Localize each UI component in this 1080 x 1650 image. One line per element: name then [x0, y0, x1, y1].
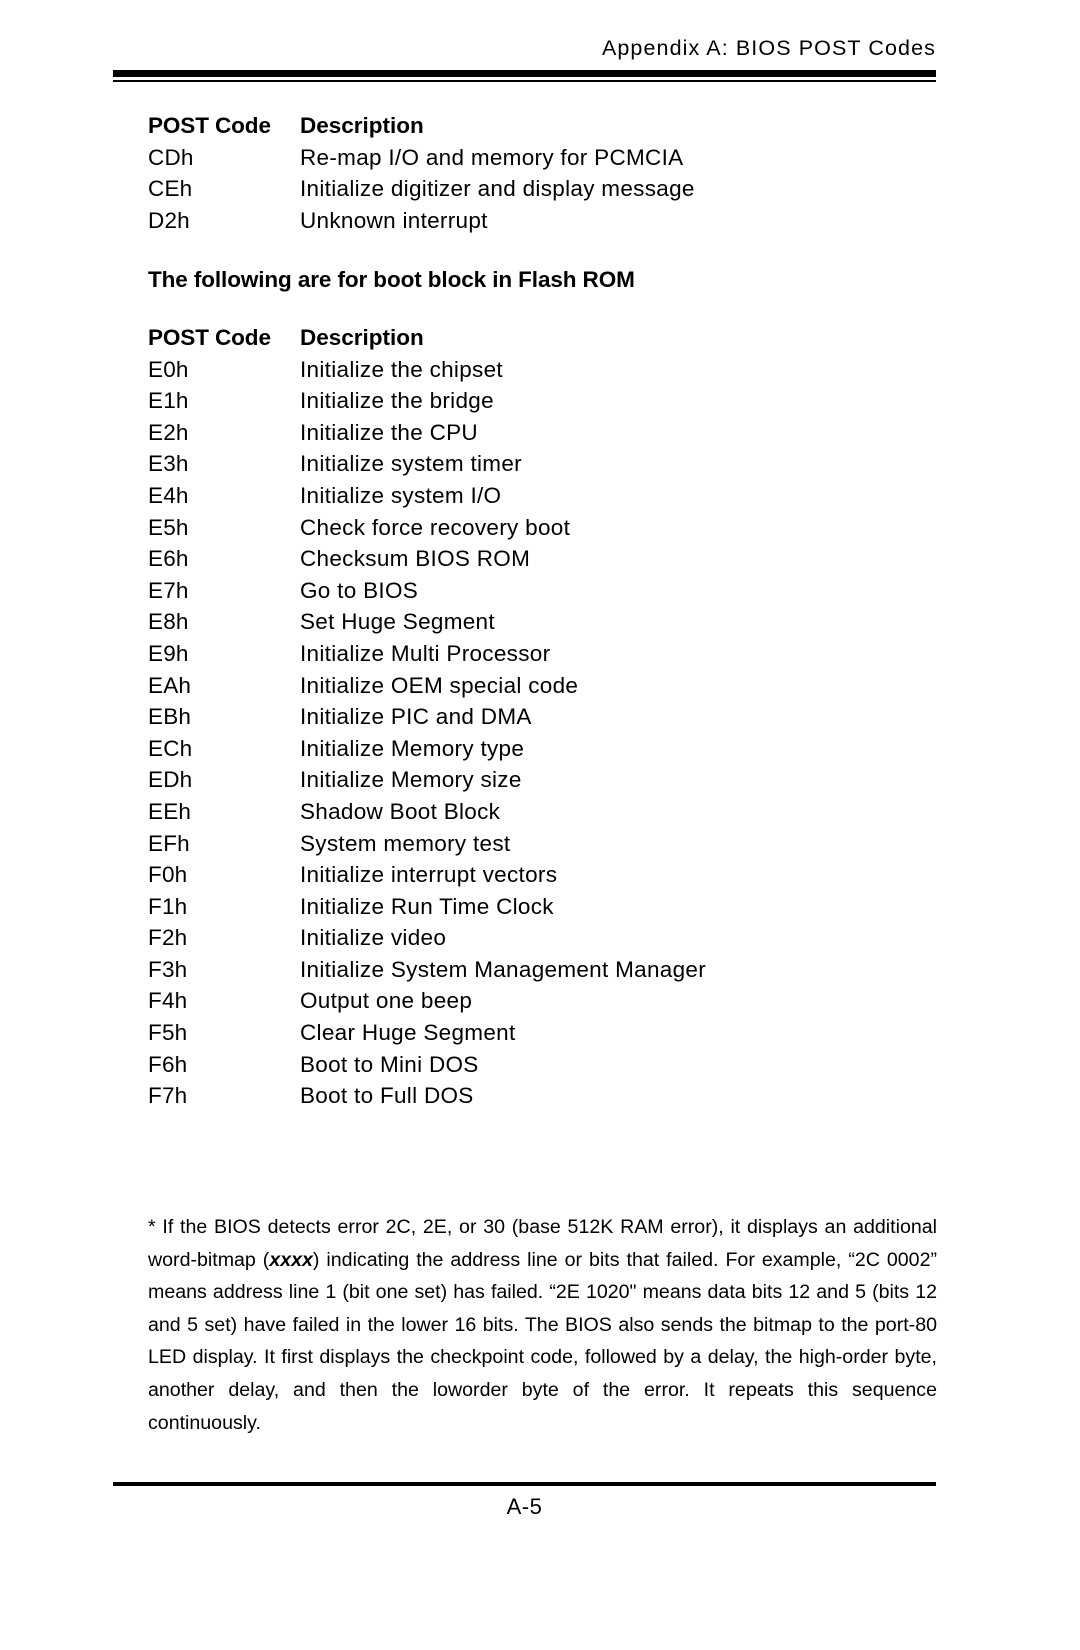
cell-post-code: E8h [148, 609, 189, 635]
cell-description: Shadow Boot Block [300, 798, 501, 824]
column-header-description: Description [300, 325, 424, 350]
cell-post-code: F5h [148, 1020, 188, 1046]
cell-description: Go to BIOS [300, 577, 419, 603]
cell-description: Initialize digitizer and display message [300, 176, 695, 202]
table-row: F7h Boot to Full DOS [148, 1083, 948, 1115]
cell-description: Initialize System Management Manager [300, 956, 706, 982]
cell-post-code: E0h [148, 356, 189, 382]
cell-post-code: F4h [148, 988, 188, 1014]
cell-post-code: CDh [148, 144, 194, 170]
table-row: E7h Go to BIOS [148, 578, 948, 610]
cell-description: System memory test [300, 830, 511, 856]
footnote-paragraph: * If the BIOS detects error 2C, 2E, or 3… [148, 1211, 937, 1439]
table-row: E3h Initialize system timer [148, 451, 948, 483]
page-number: A-5 [506, 1494, 543, 1519]
column-header-post-code: POST Code [148, 325, 271, 350]
cell-post-code: F2h [148, 925, 188, 951]
section-heading: The following are for boot block in Flas… [148, 267, 635, 292]
table-row: F0h Initialize interrupt vectors [148, 862, 948, 894]
cell-post-code: E6h [148, 546, 189, 572]
table-row: E1h Initialize the bridge [148, 388, 948, 420]
footnote-emphasis: xxxx [269, 1248, 313, 1271]
cell-post-code: EAh [148, 672, 192, 698]
cell-post-code: CEh [148, 176, 193, 202]
cell-post-code: E7h [148, 577, 189, 603]
cell-description: Initialize the bridge [300, 388, 494, 414]
cell-description: Initialize Run Time Clock [300, 893, 554, 919]
table-row: CDh Re-map I/O and memory for PCMCIA [148, 145, 948, 177]
header-rule-thick [113, 70, 936, 77]
cell-post-code: ECh [148, 735, 193, 761]
cell-post-code: EDh [148, 767, 193, 793]
cell-description: Initialize video [300, 925, 447, 951]
cell-post-code: E4h [148, 482, 189, 508]
cell-description: Initialize the chipset [300, 356, 503, 382]
cell-post-code: F1h [148, 893, 188, 919]
table-row: CEh Initialize digitizer and display mes… [148, 176, 948, 208]
cell-description: Initialize interrupt vectors [300, 862, 558, 888]
table-row: F3h Initialize System Management Manager [148, 957, 948, 989]
cell-post-code: F3h [148, 956, 188, 982]
table-header-row: POST Code Description [148, 113, 948, 145]
table-row: F1h Initialize Run Time Clock [148, 894, 948, 926]
table-row: E8h Set Huge Segment [148, 609, 948, 641]
cell-post-code: F6h [148, 1051, 188, 1077]
table-header-row: POST Code Description [148, 325, 948, 357]
footer-rule [113, 1482, 936, 1486]
table-row: EEh Shadow Boot Block [148, 799, 948, 831]
cell-description: Re-map I/O and memory for PCMCIA [300, 144, 684, 170]
table-row: D2h Unknown interrupt [148, 208, 948, 240]
cell-description: Initialize the CPU [300, 419, 478, 445]
table-row: E2h Initialize the CPU [148, 420, 948, 452]
cell-post-code: E2h [148, 419, 189, 445]
cell-description: Initialize OEM special code [300, 672, 579, 698]
table-row: E4h Initialize system I/O [148, 483, 948, 515]
table-row: EBh Initialize PIC and DMA [148, 704, 948, 736]
cell-description: Initialize system I/O [300, 482, 502, 508]
cell-post-code: EFh [148, 830, 190, 856]
cell-description: Clear Huge Segment [300, 1020, 516, 1046]
cell-description: Output one beep [300, 988, 473, 1014]
cell-description: Unknown interrupt [300, 207, 488, 233]
post-code-table-two: POST Code Description E0h Initialize the… [148, 325, 948, 1115]
table-row: E9h Initialize Multi Processor [148, 641, 948, 673]
cell-description: Boot to Full DOS [300, 1083, 474, 1109]
table-row: E6h Checksum BIOS ROM [148, 546, 948, 578]
table-row: ECh Initialize Memory type [148, 736, 948, 768]
table-row: F2h Initialize video [148, 925, 948, 957]
cell-post-code: F0h [148, 862, 188, 888]
cell-description: Set Huge Segment [300, 609, 495, 635]
document-page: Appendix A: BIOS POST Codes POST Code De… [0, 0, 1080, 1650]
cell-post-code: E9h [148, 640, 189, 666]
footnote-text-part-two: ) indicating the address line or bits th… [148, 1248, 937, 1434]
cell-post-code: E5h [148, 514, 189, 540]
cell-description: Check force recovery boot [300, 514, 571, 540]
cell-post-code: E1h [148, 388, 189, 414]
table-row: F5h Clear Huge Segment [148, 1020, 948, 1052]
column-header-post-code: POST Code [148, 113, 271, 138]
table-row: E0h Initialize the chipset [148, 357, 948, 389]
cell-post-code: EBh [148, 704, 192, 730]
table-row: F6h Boot to Mini DOS [148, 1052, 948, 1084]
post-code-table-one: POST Code Description CDh Re-map I/O and… [148, 113, 948, 239]
table-row: EAh Initialize OEM special code [148, 673, 948, 705]
cell-description: Checksum BIOS ROM [300, 546, 531, 572]
cell-description: Initialize Memory size [300, 767, 522, 793]
table-row: EFh System memory test [148, 831, 948, 863]
column-header-description: Description [300, 113, 424, 138]
cell-post-code: D2h [148, 207, 190, 233]
running-head: Appendix A: BIOS POST Codes [601, 36, 936, 60]
cell-description: Initialize system timer [300, 451, 522, 477]
header-rule-thin [113, 80, 936, 82]
cell-description: Initialize Multi Processor [300, 640, 551, 666]
cell-description: Boot to Mini DOS [300, 1051, 479, 1077]
cell-post-code: F7h [148, 1083, 188, 1109]
cell-post-code: E3h [148, 451, 189, 477]
cell-description: Initialize PIC and DMA [300, 704, 532, 730]
table-row: F4h Output one beep [148, 988, 948, 1020]
cell-post-code: EEh [148, 798, 192, 824]
cell-description: Initialize Memory type [300, 735, 525, 761]
table-row: E5h Check force recovery boot [148, 515, 948, 547]
table-row: EDh Initialize Memory size [148, 767, 948, 799]
